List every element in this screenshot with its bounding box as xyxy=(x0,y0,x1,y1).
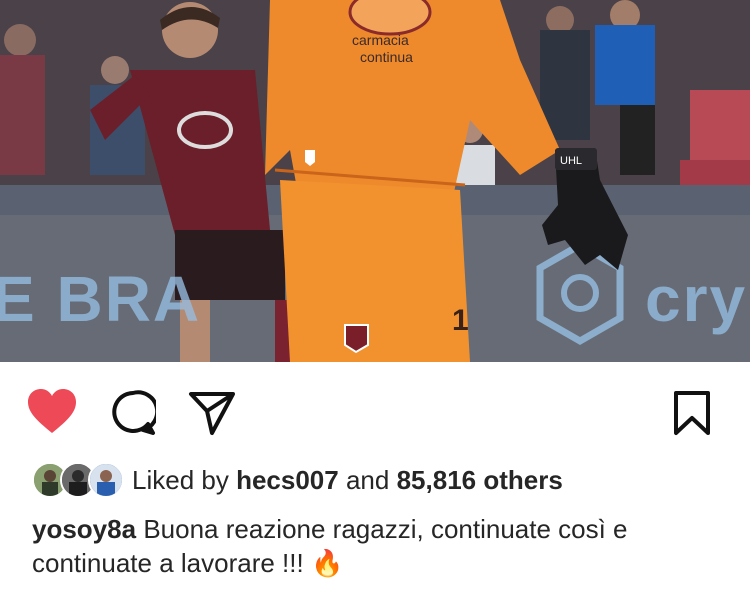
liker-username[interactable]: hecs007 xyxy=(236,465,339,495)
board-text-right: cry xyxy=(645,263,748,335)
likes-text: Liked by hecs007 and 85,816 others xyxy=(132,465,563,496)
liker-avatars[interactable] xyxy=(32,462,124,498)
fire-emoji: 🔥 xyxy=(310,548,344,578)
bookmark-icon[interactable] xyxy=(672,390,712,436)
board-text-left: E BRA xyxy=(0,263,202,335)
post-action-bar xyxy=(0,362,750,462)
svg-text:1: 1 xyxy=(452,304,469,337)
svg-text:carmacia: carmacia xyxy=(352,32,409,48)
likes-prefix: Liked by xyxy=(132,464,229,495)
svg-text:continua: continua xyxy=(360,49,413,65)
likes-and: and xyxy=(345,464,390,495)
post-photo[interactable]: carmacia continua 1 UHL E BRA cry xyxy=(0,0,750,362)
paper-plane-icon[interactable] xyxy=(188,390,236,436)
comment-icon[interactable] xyxy=(110,390,160,436)
likes-row[interactable]: Liked by hecs007 and 85,816 others xyxy=(32,458,732,502)
post-caption: yosoy8a Buona reazione ragazzi, continua… xyxy=(32,512,732,580)
likes-count[interactable]: 85,816 others xyxy=(397,465,563,495)
avatar[interactable] xyxy=(88,462,124,498)
svg-text:UHL: UHL xyxy=(560,155,582,167)
caption-username[interactable]: yosoy8a xyxy=(32,514,136,544)
heart-filled-icon[interactable] xyxy=(26,388,78,436)
